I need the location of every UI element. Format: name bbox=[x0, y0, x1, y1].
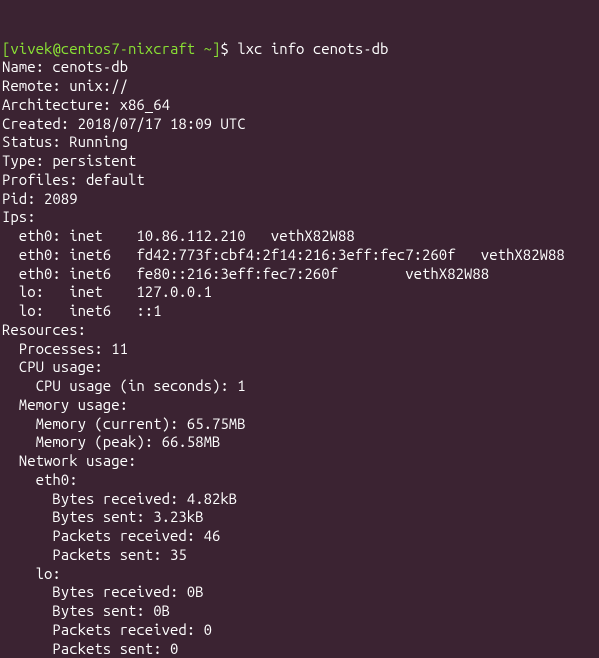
output-ip-eth0-inet: eth0: inet 10.86.112.210 vethX82W88 bbox=[2, 227, 355, 244]
output-net-lo-bytes-received: Bytes received: 0B bbox=[2, 583, 204, 600]
output-net-lo: lo: bbox=[2, 565, 61, 582]
output-mem-current: Memory (current): 65.75MB bbox=[2, 415, 246, 432]
output-resources-header: Resources: bbox=[2, 321, 86, 338]
output-mem-peak: Memory (peak): 66.58MB bbox=[2, 433, 220, 450]
output-ip-lo-inet6: lo: inet6 ::1 bbox=[2, 302, 162, 319]
output-cpu-header: CPU usage: bbox=[2, 358, 103, 375]
output-remote: Remote: unix:// bbox=[2, 77, 128, 94]
shell-prompt-userhost: [vivek@centos7-nixcraft ~] bbox=[2, 40, 220, 57]
output-net-header: Network usage: bbox=[2, 452, 136, 469]
output-net-lo-packets-received: Packets received: 0 bbox=[2, 621, 212, 638]
output-ip-eth0-inet6a: eth0: inet6 fd42:773f:cbf4:2f14:216:3eff… bbox=[2, 246, 565, 263]
output-net-eth0-packets-received: Packets received: 46 bbox=[2, 527, 220, 544]
output-name: Name: cenots-db bbox=[2, 58, 128, 75]
shell-prompt-dollar: $ bbox=[220, 40, 237, 57]
output-ip-eth0-inet6b: eth0: inet6 fe80::216:3eff:fec7:260f vet… bbox=[2, 265, 489, 282]
command-input[interactable]: lxc info cenots-db bbox=[237, 40, 388, 57]
output-profiles: Profiles: default bbox=[2, 171, 145, 188]
output-type: Type: persistent bbox=[2, 152, 136, 169]
output-net-lo-packets-sent: Packets sent: 0 bbox=[2, 640, 178, 657]
output-net-eth0: eth0: bbox=[2, 471, 78, 488]
output-net-eth0-packets-sent: Packets sent: 35 bbox=[2, 546, 187, 563]
output-processes: Processes: 11 bbox=[2, 340, 128, 357]
output-ips-header: Ips: bbox=[2, 208, 36, 225]
output-cpu-seconds: CPU usage (in seconds): 1 bbox=[2, 377, 246, 394]
output-pid: Pid: 2089 bbox=[2, 190, 78, 207]
output-ip-lo-inet: lo: inet 127.0.0.1 bbox=[2, 283, 212, 300]
output-created: Created: 2018/07/17 18:09 UTC bbox=[2, 115, 246, 132]
output-mem-header: Memory usage: bbox=[2, 396, 128, 413]
output-status: Status: Running bbox=[2, 133, 128, 150]
output-net-eth0-bytes-sent: Bytes sent: 3.23kB bbox=[2, 508, 204, 525]
output-architecture: Architecture: x86_64 bbox=[2, 96, 170, 113]
output-net-eth0-bytes-received: Bytes received: 4.82kB bbox=[2, 490, 237, 507]
